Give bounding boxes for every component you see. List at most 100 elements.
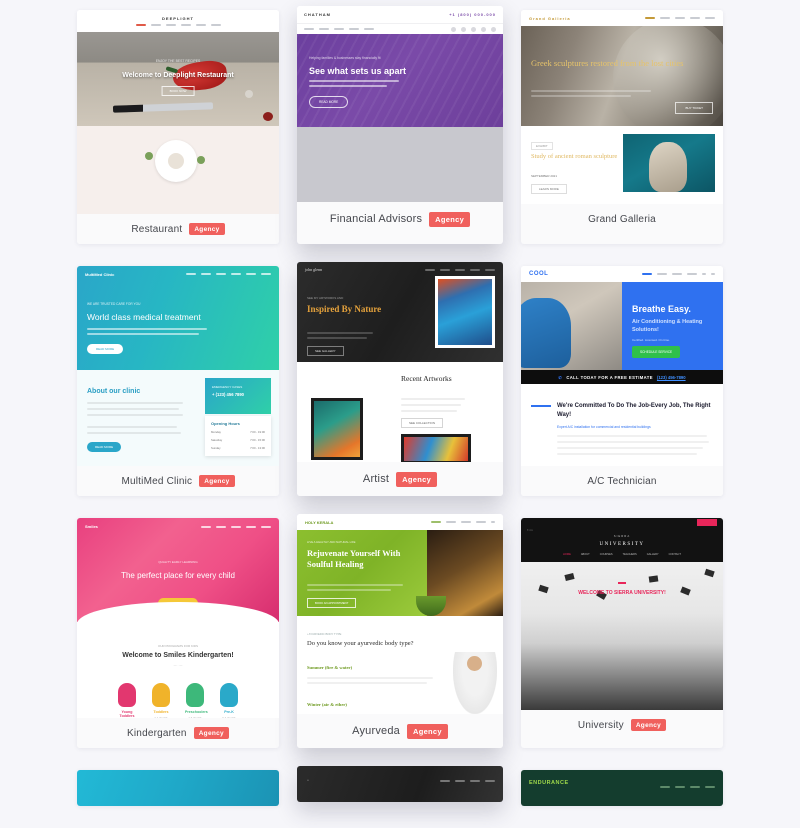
- card-label: A/C Technician: [521, 466, 723, 496]
- social-icons: f t in: [527, 528, 533, 532]
- site-logo: john glenn: [305, 267, 322, 272]
- card-title: Financial Advisors: [329, 213, 423, 225]
- template-card-university[interactable]: f t in SIERRA UNIVERSITY HOME ABOUT COUR…: [521, 518, 723, 748]
- template-thumbnail-grand-galleria[interactable]: Grand Galleria Greek sculptures restored…: [521, 10, 723, 204]
- technician-photo: [521, 282, 622, 370]
- gallery-cell: Smiles QUALITY EARLY LEARNING The perfec…: [67, 518, 289, 770]
- emergency-box: EMERGENCY CASES + (123) 456 7890: [205, 378, 271, 414]
- hero-copy: LIVE A HEALTHY AND NATURAL LIFE Rejuvena…: [297, 530, 427, 616]
- hero-eyebrow: Helping families & businesses stay finan…: [309, 56, 381, 60]
- sculpture-image: [623, 134, 715, 192]
- hero-button: BUY TICKET: [675, 102, 713, 114]
- section-title: Do you know your ayurvedic body type?: [307, 640, 414, 647]
- site-header: CHATHAM +1 (800) 000-000: [297, 6, 503, 23]
- template-thumbnail-ac-technician[interactable]: COOL Breathe Easy. Air Conditioning & He…: [521, 266, 723, 466]
- strip-text: CALL TODAY FOR A FREE ESTIMATE: [566, 374, 653, 380]
- template-card-kindergarten[interactable]: Smiles QUALITY EARLY LEARNING The perfec…: [77, 518, 279, 748]
- nav-item[interactable]: GALLERY: [647, 553, 659, 556]
- section-title: Welcome to Smiles Kindergarten!: [122, 652, 234, 659]
- template-thumbnail-restaurant[interactable]: DEEPLIGHT ENJOY THE BEST RECIPES Welcome…: [77, 10, 279, 214]
- program-item[interactable]: Young Toddlers 2-3 YEARS: [117, 683, 137, 718]
- hours-time: 7:00 - 13:00: [250, 446, 265, 450]
- artwork-image: [311, 398, 363, 460]
- hero-section: Breathe Easy. Air Conditioning & Heating…: [521, 282, 723, 370]
- section-title: Recent Artworks: [401, 374, 452, 383]
- program-item[interactable]: Pre-K 5-6 YEARS: [219, 683, 239, 718]
- card-label: Restaurant Agency: [77, 214, 279, 244]
- template-card-grand-galleria[interactable]: Grand Galleria Greek sculptures restored…: [521, 10, 723, 244]
- hero-section: LIVE A HEALTHY AND NATURAL LIFE Rejuvena…: [297, 530, 503, 616]
- site-nav[interactable]: HOME ABOUT COURSES TEACHERS GALLERY CONT…: [563, 553, 681, 556]
- template-card-ayurveda[interactable]: HOLY KERALA LIVE A HEALTHY AND NATURAL L…: [297, 514, 503, 748]
- nav-item[interactable]: ABOUT: [581, 553, 590, 556]
- gallery-cell: HOLY KERALA LIVE A HEALTHY AND NATURAL L…: [289, 514, 511, 770]
- template-card-restaurant[interactable]: DEEPLIGHT ENJOY THE BEST RECIPES Welcome…: [77, 10, 279, 244]
- nav-item[interactable]: HOME: [563, 553, 571, 556]
- call-strip: ✆ CALL TODAY FOR A FREE ESTIMATE (123) 4…: [521, 370, 723, 384]
- body-type-section: • AYURVEDIC BODY TYPE Do you know your a…: [297, 616, 503, 714]
- card-title: MultiMed Clinic: [121, 475, 193, 487]
- template-card-artist[interactable]: john glenn SEE MY ARTWORKS AND Inspired …: [297, 262, 503, 496]
- hero-section: MultiMed Clinic WE ARE TRUSTED CARE FOR …: [77, 266, 279, 370]
- template-thumbnail-university[interactable]: f t in SIERRA UNIVERSITY HOME ABOUT COUR…: [521, 518, 723, 710]
- hero-title: Welcome to Deeplight Restaurant: [122, 72, 234, 79]
- template-thumbnail-kindergarten[interactable]: Smiles QUALITY EARLY LEARNING The perfec…: [77, 518, 279, 718]
- site-logo: HOLY KERALA: [305, 519, 334, 525]
- nav-item[interactable]: COURSES: [600, 553, 613, 556]
- status-badge: Agency: [189, 223, 225, 235]
- accent-rule: [618, 582, 626, 584]
- template-thumbnail-ayurveda[interactable]: HOLY KERALA LIVE A HEALTHY AND NATURAL L…: [297, 514, 503, 714]
- template-card-financial-advisors[interactable]: CHATHAM +1 (800) 000-000 Helping familie…: [297, 6, 503, 244]
- program-label: Young Toddlers: [119, 710, 135, 718]
- site-phone: +1 (800) 000-000: [449, 12, 496, 17]
- template-thumbnail-multimed-clinic[interactable]: MultiMed Clinic WE ARE TRUSTED CARE FOR …: [77, 266, 279, 466]
- item-title: Summer (fire & water): [307, 665, 353, 670]
- nav-item[interactable]: TEACHERS: [623, 553, 637, 556]
- section-button: READ MORE: [87, 442, 122, 452]
- program-sub: 3-4 YEARS: [151, 717, 171, 718]
- site-logo-small: SIERRA: [613, 534, 631, 538]
- hero-eyebrow: QUALITY EARLY LEARNING: [158, 560, 198, 564]
- site-logo: DEEPLIGHT: [162, 16, 194, 21]
- status-badge: Agency: [429, 211, 471, 227]
- site-header: HOLY KERALA: [297, 514, 503, 530]
- section-eyebrow: AYURVEDIC BODY TYPE: [308, 632, 342, 636]
- item-title: Winter (air & ether): [307, 702, 347, 707]
- section-button: LEARN MORE: [531, 184, 567, 194]
- site-topbar: f t in: [521, 518, 723, 532]
- hero-button: READ MORE: [309, 96, 349, 108]
- site-header: Grand Galleria: [521, 10, 723, 26]
- hero-eyebrow: SEE MY ARTWORKS AND: [307, 296, 344, 300]
- program-item[interactable]: Preschoolers 4-5 YEARS: [185, 683, 208, 718]
- artwork-image: [401, 434, 471, 462]
- gallery-cell: MultiMed Clinic WE ARE TRUSTED CARE FOR …: [67, 266, 289, 518]
- hero-eyebrow: ENJOY THE BEST RECIPES: [155, 59, 201, 63]
- status-badge: Agency: [630, 719, 667, 731]
- hero-note: Certified. Licensed. On time.: [632, 338, 670, 342]
- hero-title: Rejuvenate Yourself With Soulful Healing: [307, 548, 401, 570]
- card-title: Restaurant: [131, 223, 183, 235]
- strip-phone: (123) 456-7890: [656, 374, 686, 380]
- template-card-partial-cyan[interactable]: [77, 770, 279, 806]
- site-header: SIERRA UNIVERSITY HOME ABOUT COURSES TEA…: [521, 528, 723, 562]
- template-card-ac-technician[interactable]: COOL Breathe Easy. Air Conditioning & He…: [521, 266, 723, 496]
- program-item[interactable]: Toddlers 3-4 YEARS: [151, 683, 171, 718]
- template-card-partial-green[interactable]: ENDURANCE: [521, 770, 723, 806]
- site-logo: Smiles: [85, 524, 98, 529]
- site-logo: COOL: [529, 271, 549, 277]
- nav-item[interactable]: CONTACT: [669, 553, 681, 556]
- content-section: ▥ Get Income at Time LEARN MORE We teach…: [297, 127, 503, 202]
- card-label: Ayurveda Agency: [297, 714, 503, 748]
- hours-title: Opening Hours: [211, 421, 240, 426]
- hero-button: READ MORE: [87, 344, 124, 354]
- gallery-cell: [67, 770, 289, 828]
- template-thumbnail-financial-advisors[interactable]: CHATHAM +1 (800) 000-000 Helping familie…: [297, 6, 503, 202]
- template-card-partial-dark[interactable]: ⌂: [297, 766, 503, 802]
- recent-artworks-section: Recent Artworks SEE COLLECTION: [297, 362, 503, 462]
- hero-section: john glenn SEE MY ARTWORKS AND Inspired …: [297, 262, 503, 362]
- template-thumbnail-artist[interactable]: john glenn SEE MY ARTWORKS AND Inspired …: [297, 262, 503, 462]
- hours-time: 7:00 - 15:00: [250, 438, 265, 442]
- template-card-multimed-clinic[interactable]: MultiMed Clinic WE ARE TRUSTED CARE FOR …: [77, 266, 279, 496]
- register-button[interactable]: [697, 519, 717, 526]
- site-header: COOL: [521, 266, 723, 282]
